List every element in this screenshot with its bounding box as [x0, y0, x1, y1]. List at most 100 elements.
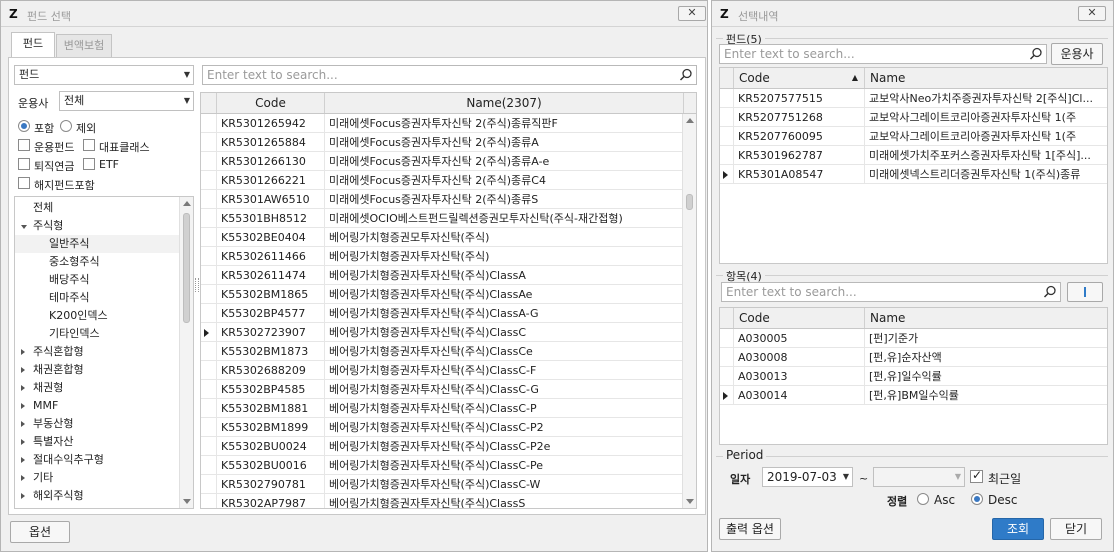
- manager-select[interactable]: 전체 ▼: [59, 91, 194, 111]
- table-row[interactable]: KR5207760095 교보악사그레이트코리아증권자투자신탁 1(주: [720, 127, 1107, 146]
- recent-checkbox[interactable]: ✓: [970, 468, 983, 483]
- tree-item[interactable]: 채권혼합형: [15, 361, 181, 379]
- tree-item[interactable]: 중소형주식: [15, 253, 181, 271]
- table-row[interactable]: KR5207751268 교보악사그레이트코리아증권자투자신탁 1(주: [720, 108, 1107, 127]
- tree-item[interactable]: 기타인덱스: [15, 325, 181, 343]
- tree-item[interactable]: K200인덱스: [15, 307, 181, 325]
- fund-search-input[interactable]: [203, 66, 674, 84]
- items-action-button[interactable]: [1067, 282, 1103, 302]
- collapse-arrow-icon[interactable]: [21, 421, 25, 427]
- items-name-column-header[interactable]: Name: [865, 308, 1107, 328]
- operating-fund-checkbox[interactable]: [18, 139, 30, 151]
- table-row[interactable]: K55302BM1899 베어링가치형증권자투자신탁(주식)ClassC-P2: [201, 418, 684, 437]
- table-row[interactable]: KR5301962787 미래에셋가치주포커스증권자투자신탁 1[주식]...: [720, 146, 1107, 165]
- table-row[interactable]: K55302BP4577 베어링가치형증권자투자신탁(주식)ClassA-G: [201, 304, 684, 323]
- scroll-down-icon[interactable]: [686, 499, 694, 504]
- date-to-picker[interactable]: ▼: [873, 467, 965, 487]
- tree-item[interactable]: 해외주식형: [15, 487, 181, 505]
- tree-item[interactable]: 일반주식: [15, 235, 181, 253]
- collapse-arrow-icon[interactable]: [21, 439, 25, 445]
- tree-scrollbar[interactable]: [179, 197, 193, 508]
- collapse-arrow-icon[interactable]: [21, 403, 25, 409]
- collapse-arrow-icon[interactable]: [21, 457, 25, 463]
- fund-grid-scroll-thumb[interactable]: [686, 194, 693, 210]
- collapse-arrow-icon[interactable]: [21, 493, 25, 499]
- table-row[interactable]: KR5301265884 미래에셋Focus증권자투자신탁 2(주식)종류A: [201, 133, 684, 152]
- table-row[interactable]: K55302BP4585 베어링가치형증권자투자신탁(주식)ClassC-G: [201, 380, 684, 399]
- table-row[interactable]: K55302BU0016 베어링가치형증권자투자신탁(주식)ClassC-Pe: [201, 456, 684, 475]
- funds-code-column-header[interactable]: Code ▲: [734, 68, 865, 88]
- sort-asc-radio[interactable]: [917, 493, 929, 505]
- etf-checkbox[interactable]: [83, 158, 95, 170]
- tree-item[interactable]: 전체: [15, 199, 181, 217]
- manager-button[interactable]: 운용사: [1051, 43, 1103, 65]
- funds-search-input[interactable]: [720, 45, 1024, 63]
- table-row[interactable]: KR5301266221 미래에셋Focus증권자투자신탁 2(주식)종류C4: [201, 171, 684, 190]
- table-row[interactable]: A030014 [펀,유]BM일수익률: [720, 386, 1107, 405]
- print-options-button[interactable]: 출력 옵션: [719, 518, 781, 540]
- items-code-column-header[interactable]: Code: [734, 308, 865, 328]
- date-from-picker[interactable]: 2019-07-03 ▼: [762, 467, 853, 487]
- search-icon[interactable]: [1028, 46, 1044, 62]
- code-column-header[interactable]: Code: [217, 93, 325, 113]
- table-row[interactable]: A030008 [펀,유]순자산액: [720, 348, 1107, 367]
- collapse-arrow-icon[interactable]: [21, 475, 25, 481]
- fund-grid-scrollbar[interactable]: [682, 114, 696, 508]
- tree-item[interactable]: 절대수익추구형: [15, 451, 181, 469]
- table-row[interactable]: KR5301AW6510 미래에셋Focus증권자투자신탁 2(주식)종류S: [201, 190, 684, 209]
- selection-close-button[interactable]: ✕: [1078, 6, 1106, 21]
- selection-titlebar[interactable]: Z 선택내역 ✕: [712, 1, 1113, 27]
- fund-select-titlebar[interactable]: Z 펀드 선택 ✕: [1, 1, 707, 27]
- close-button[interactable]: 닫기: [1050, 518, 1102, 540]
- table-row[interactable]: KR5301266130 미래에셋Focus증권자투자신탁 2(주식)종류A-e: [201, 152, 684, 171]
- table-row[interactable]: K55302BM1873 베어링가치형증권자투자신탁(주식)ClassCe: [201, 342, 684, 361]
- tree-scroll-thumb[interactable]: [183, 213, 190, 323]
- splitter-handle[interactable]: [195, 278, 199, 292]
- search-icon[interactable]: [1042, 284, 1058, 300]
- tree-item[interactable]: 테마주식: [15, 289, 181, 307]
- table-row[interactable]: KR5301A08547 미래에셋넥스트리더증권투자신탁 1(주식)종류: [720, 165, 1107, 184]
- tab-fund[interactable]: 펀드: [11, 32, 55, 58]
- tree-item[interactable]: 기타: [15, 469, 181, 487]
- rep-class-checkbox[interactable]: [83, 139, 95, 151]
- collapse-arrow-icon[interactable]: [21, 385, 25, 391]
- table-row[interactable]: KR5302AP7987 베어링가치형증권자투자신탁(주식)ClassS: [201, 494, 684, 508]
- table-row[interactable]: KR5302611474 베어링가치형증권자투자신탁(주식)ClassA: [201, 266, 684, 285]
- table-row[interactable]: K55302BM1865 베어링가치형증권자투자신탁(주식)ClassAe: [201, 285, 684, 304]
- table-row[interactable]: KR5302723907 베어링가치형증권자투자신탁(주식)ClassC: [201, 323, 684, 342]
- tree-item[interactable]: 채권형: [15, 379, 181, 397]
- table-row[interactable]: K55302BU0024 베어링가치형증권자투자신탁(주식)ClassC-P2e: [201, 437, 684, 456]
- terminated-fund-checkbox[interactable]: [18, 177, 30, 189]
- name-column-header[interactable]: Name(2307): [325, 93, 684, 113]
- table-row[interactable]: KR5207577515 교보악사Neo가치주증권자투자신탁 2[주식]Cl...: [720, 89, 1107, 108]
- pension-checkbox[interactable]: [18, 158, 30, 170]
- tree-item[interactable]: 배당주식: [15, 271, 181, 289]
- tree-item[interactable]: 부동산형: [15, 415, 181, 433]
- items-search-input[interactable]: [722, 283, 1038, 301]
- table-row[interactable]: A030013 [펀,유]일수익률: [720, 367, 1107, 386]
- collapse-arrow-icon[interactable]: [21, 349, 25, 355]
- fund-select-close-button[interactable]: ✕: [678, 6, 706, 21]
- table-row[interactable]: KR5302688209 베어링가치형증권자투자신탁(주식)ClassC-F: [201, 361, 684, 380]
- fund-type-select[interactable]: 펀드 ▼: [14, 65, 194, 85]
- table-row[interactable]: A030005 [펀]기준가: [720, 329, 1107, 348]
- table-row[interactable]: K55302BE0404 베어링가치형증권모투자신탁(주식): [201, 228, 684, 247]
- table-row[interactable]: K55301BH8512 미래에셋OCIO베스트펀드릴렉션증권모투자신탁(주식-재…: [201, 209, 684, 228]
- table-row[interactable]: KR5302790781 베어링가치형증권자투자신탁(주식)ClassC-W: [201, 475, 684, 494]
- table-row[interactable]: KR5301265942 미래에셋Focus증권자투자신탁 2(주식)종류직판F: [201, 114, 684, 133]
- expand-arrow-icon[interactable]: [21, 225, 27, 229]
- table-row[interactable]: KR5302611466 베어링가치형증권자투자신탁(주식): [201, 247, 684, 266]
- scroll-up-icon[interactable]: [686, 118, 694, 123]
- scroll-down-icon[interactable]: [183, 499, 191, 504]
- sort-desc-radio[interactable]: [971, 493, 983, 505]
- collapse-arrow-icon[interactable]: [21, 367, 25, 373]
- table-row[interactable]: K55302BM1881 베어링가치형증권자투자신탁(주식)ClassC-P: [201, 399, 684, 418]
- query-button[interactable]: 조회: [992, 518, 1044, 540]
- include-radio[interactable]: [18, 120, 30, 132]
- tree-item[interactable]: MMF: [15, 397, 181, 415]
- funds-name-column-header[interactable]: Name: [865, 68, 1107, 88]
- exclude-radio[interactable]: [60, 120, 72, 132]
- tree-item[interactable]: 특별자산: [15, 433, 181, 451]
- options-button[interactable]: 옵션: [10, 521, 70, 543]
- tree-item[interactable]: 주식혼합형: [15, 343, 181, 361]
